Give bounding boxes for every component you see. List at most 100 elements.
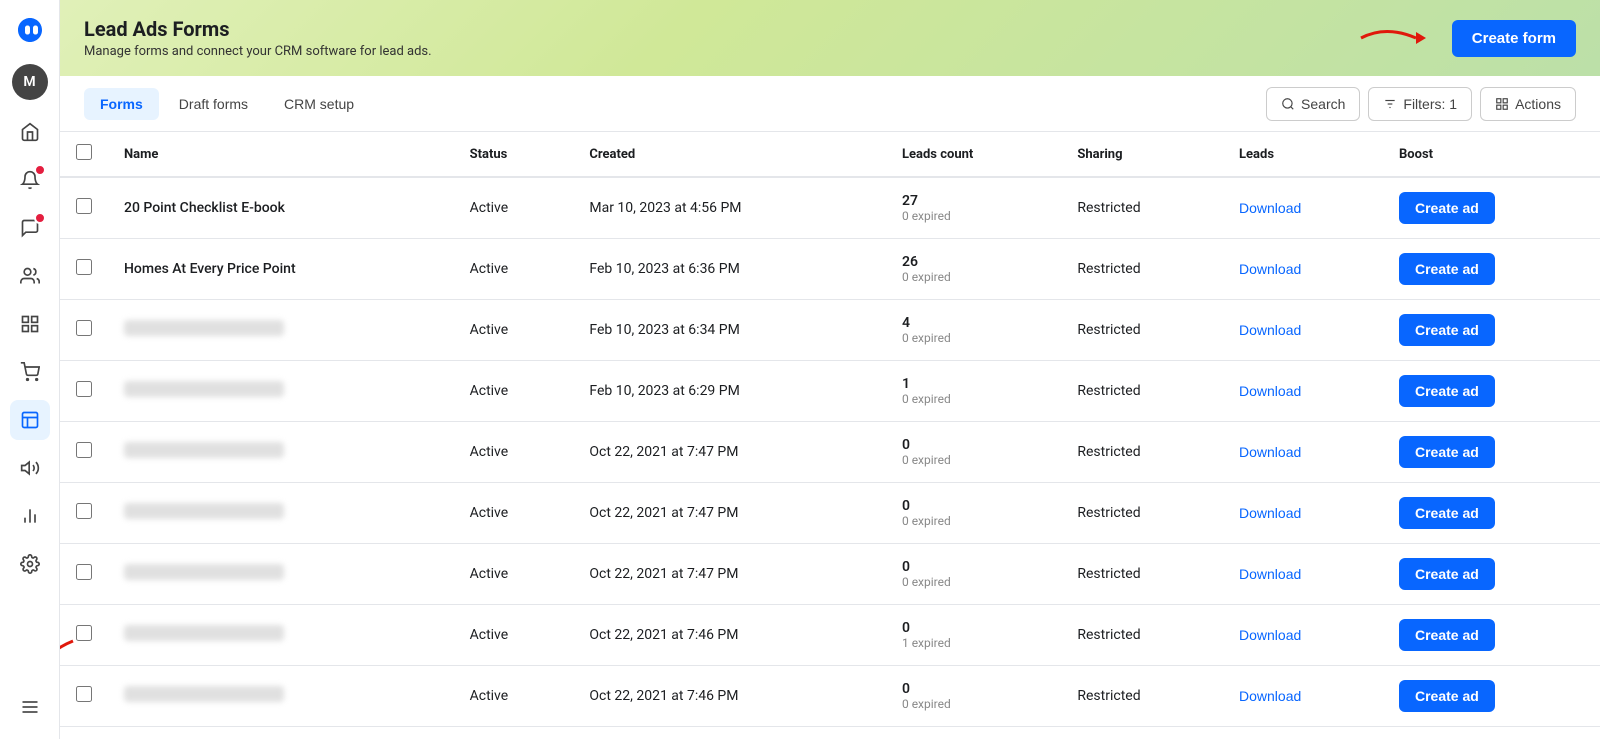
ads-nav-icon[interactable]: [10, 400, 50, 440]
row-download-cell: Download: [1223, 422, 1383, 483]
row-leads-count: 10 expired: [886, 361, 1061, 422]
tab-forms[interactable]: Forms: [84, 88, 159, 120]
row-download-cell: Download: [1223, 483, 1383, 544]
header-text: Lead Ads Forms Manage forms and connect …: [84, 17, 432, 59]
row-download-cell: Download: [1223, 544, 1383, 605]
tab-actions: Search Filters: 1 Actions: [1266, 87, 1576, 121]
download-button[interactable]: Download: [1239, 501, 1301, 525]
row-boost-cell: Create ad: [1383, 422, 1600, 483]
row-checkbox[interactable]: [76, 259, 92, 275]
row-boost-cell: Create ad: [1383, 666, 1600, 727]
search-icon: [1281, 97, 1295, 111]
table-row: ActiveOct 22, 2021 at 7:47 PM00 expiredR…: [60, 422, 1600, 483]
create-ad-button[interactable]: Create ad: [1399, 497, 1495, 529]
download-button[interactable]: Download: [1239, 440, 1301, 464]
row-boost-cell: Create ad: [1383, 483, 1600, 544]
create-ad-button[interactable]: Create ad: [1399, 558, 1495, 590]
row-created: Oct 22, 2021 at 7:47 PM: [573, 422, 886, 483]
notifications-nav-icon[interactable]: [10, 160, 50, 200]
filters-button[interactable]: Filters: 1: [1368, 87, 1472, 121]
create-form-button[interactable]: Create form: [1452, 20, 1576, 57]
create-ad-button[interactable]: Create ad: [1399, 192, 1495, 224]
row-sharing: Restricted: [1061, 605, 1223, 666]
download-button[interactable]: Download: [1239, 196, 1301, 220]
row-created: Oct 22, 2021 at 7:46 PM: [573, 666, 886, 727]
table-row: ActiveFeb 10, 2023 at 6:34 PM40 expiredR…: [60, 300, 1600, 361]
table-row: ActiveOct 22, 2021 at 7:47 PM00 expiredR…: [60, 544, 1600, 605]
download-button[interactable]: Download: [1239, 379, 1301, 403]
create-ad-button[interactable]: Create ad: [1399, 436, 1495, 468]
row-leads-count: 00 expired: [886, 666, 1061, 727]
row-name: [108, 666, 454, 727]
download-button[interactable]: Download: [1239, 318, 1301, 342]
row-status: Active: [454, 300, 574, 361]
row-created: Mar 10, 2023 at 4:56 PM: [573, 177, 886, 239]
forms-table-container: Name Status Created Leads count Sharing …: [60, 132, 1600, 739]
row-status: Active: [454, 483, 574, 544]
row-leads-count: 00 expired: [886, 422, 1061, 483]
select-all-checkbox[interactable]: [76, 144, 92, 160]
row-boost-cell: Create ad: [1383, 300, 1600, 361]
messages-nav-icon[interactable]: [10, 208, 50, 248]
create-ad-button[interactable]: Create ad: [1399, 680, 1495, 712]
row-name: [108, 483, 454, 544]
row-name: [108, 422, 454, 483]
menu-nav-icon[interactable]: [10, 687, 50, 727]
row-created: Feb 10, 2023 at 6:29 PM: [573, 361, 886, 422]
contacts-nav-icon[interactable]: [10, 256, 50, 296]
col-created: Created: [573, 132, 886, 177]
row-sharing: Restricted: [1061, 544, 1223, 605]
row-checkbox-cell: [60, 544, 108, 605]
create-ad-button[interactable]: Create ad: [1399, 619, 1495, 651]
row-leads-count: 00 expired: [886, 544, 1061, 605]
avatar[interactable]: M: [12, 64, 48, 100]
row-checkbox[interactable]: [76, 381, 92, 397]
row-leads-count: 260 expired: [886, 239, 1061, 300]
settings-nav-icon[interactable]: [10, 544, 50, 584]
page-subtitle: Manage forms and connect your CRM softwa…: [84, 44, 432, 59]
row-checkbox[interactable]: [76, 564, 92, 580]
download-button[interactable]: Download: [1239, 684, 1301, 708]
table-row: ActiveFeb 10, 2023 at 6:29 PM10 expiredR…: [60, 361, 1600, 422]
row-status: Active: [454, 239, 574, 300]
row-checkbox[interactable]: [76, 503, 92, 519]
main-content: Lead Ads Forms Manage forms and connect …: [60, 0, 1600, 739]
row-checkbox[interactable]: [76, 686, 92, 702]
actions-button[interactable]: Actions: [1480, 87, 1576, 121]
row-checkbox-cell: [60, 483, 108, 544]
row-checkbox[interactable]: [76, 625, 92, 641]
home-nav-icon[interactable]: [10, 112, 50, 152]
campaigns-nav-icon[interactable]: [10, 448, 50, 488]
tab-draft-forms[interactable]: Draft forms: [163, 88, 264, 120]
row-checkbox-cell: [60, 422, 108, 483]
create-ad-button[interactable]: Create ad: [1399, 375, 1495, 407]
row-boost-cell: Create ad: [1383, 544, 1600, 605]
download-button[interactable]: Download: [1239, 562, 1301, 586]
forms-table: Name Status Created Leads count Sharing …: [60, 132, 1600, 727]
table-icon-actions: [1495, 97, 1509, 111]
row-boost-cell: Create ad: [1383, 361, 1600, 422]
download-button[interactable]: Download: [1239, 257, 1301, 281]
download-button[interactable]: Download: [1239, 623, 1301, 647]
search-button[interactable]: Search: [1266, 87, 1360, 121]
row-checkbox[interactable]: [76, 320, 92, 336]
page-title: Lead Ads Forms: [84, 17, 432, 41]
pages-nav-icon[interactable]: [10, 304, 50, 344]
tab-crm-setup[interactable]: CRM setup: [268, 88, 370, 120]
row-checkbox[interactable]: [76, 198, 92, 214]
analytics-nav-icon[interactable]: [10, 496, 50, 536]
row-leads-count: 40 expired: [886, 300, 1061, 361]
row-checkbox[interactable]: [76, 442, 92, 458]
row-download-cell: Download: [1223, 239, 1383, 300]
meta-logo[interactable]: [12, 12, 48, 48]
create-ad-button[interactable]: Create ad: [1399, 253, 1495, 285]
row-sharing: Restricted: [1061, 422, 1223, 483]
row-created: Feb 10, 2023 at 6:34 PM: [573, 300, 886, 361]
shop-nav-icon[interactable]: [10, 352, 50, 392]
row-name: 20 Point Checklist E-book: [108, 177, 454, 239]
row-download-cell: Download: [1223, 605, 1383, 666]
create-ad-button[interactable]: Create ad: [1399, 314, 1495, 346]
col-name: Name: [108, 132, 454, 177]
table-row: 20 Point Checklist E-bookActiveMar 10, 2…: [60, 177, 1600, 239]
row-status: Active: [454, 177, 574, 239]
